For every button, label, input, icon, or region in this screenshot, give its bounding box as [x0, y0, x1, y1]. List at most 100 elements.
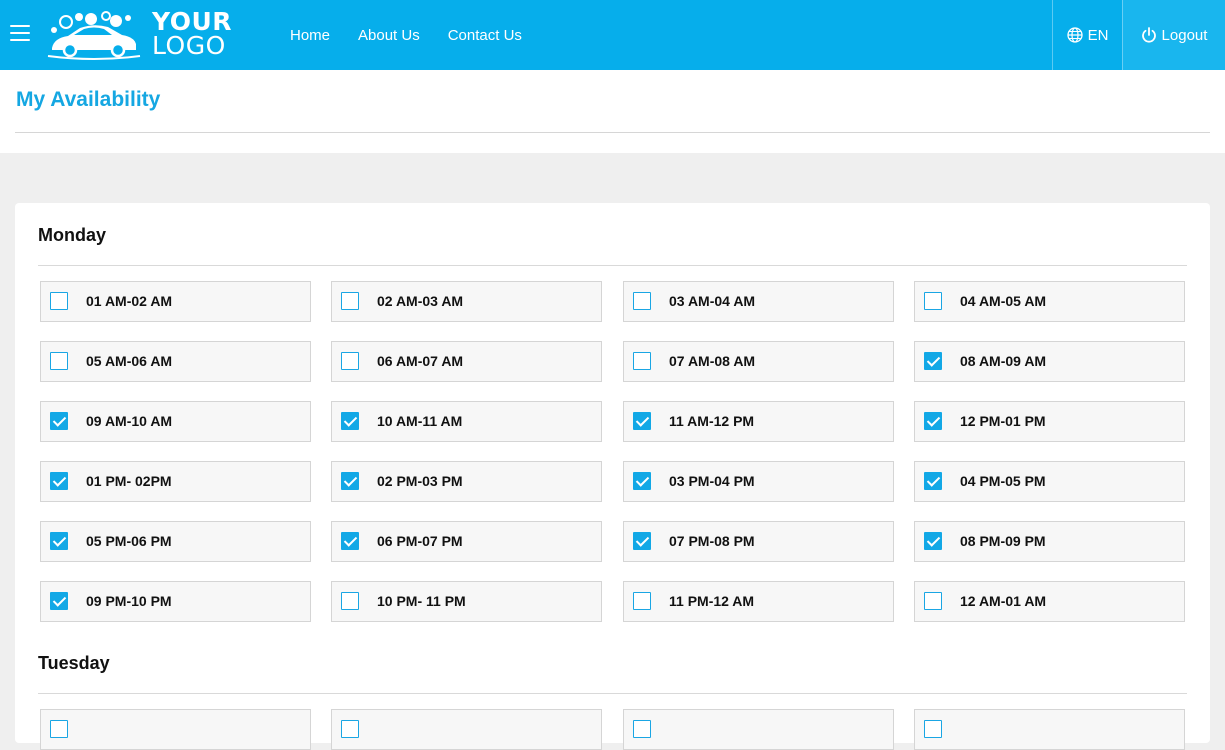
time-slot-label: 07 AM-08 AM: [669, 353, 756, 369]
day-title-tuesday: Tuesday: [38, 653, 110, 673]
checkbox-unchecked[interactable]: [341, 352, 359, 370]
time-slot[interactable]: 12 AM-01 AM: [914, 581, 1185, 622]
time-slot[interactable]: 02 PM-03 PM: [331, 461, 602, 502]
time-slot[interactable]: 04 PM-05 PM: [914, 461, 1185, 502]
time-slot[interactable]: 02 AM-03 AM: [331, 281, 602, 322]
day-divider: [38, 693, 1187, 694]
car-wash-logo-icon: [47, 11, 141, 60]
checkbox-checked[interactable]: [341, 472, 359, 490]
time-slot-label: 02 AM-03 AM: [377, 293, 464, 309]
nav-home-link[interactable]: Home: [290, 27, 330, 44]
checkbox-checked[interactable]: [924, 532, 942, 550]
time-slot[interactable]: 03 AM-04 AM: [623, 281, 894, 322]
checkbox-checked[interactable]: [924, 412, 942, 430]
time-slot-label: 06 AM-07 AM: [377, 353, 464, 369]
checkbox-unchecked[interactable]: [341, 592, 359, 610]
logo-text: YOUR LOGO: [152, 9, 242, 60]
main-nav: Home About Us Contact Us: [290, 0, 550, 70]
time-slot[interactable]: 10 AM-11 AM: [331, 401, 602, 442]
time-slot[interactable]: 03 PM-04 PM: [623, 461, 894, 502]
time-slot[interactable]: 11 PM-12 AM: [623, 581, 894, 622]
checkbox-checked[interactable]: [50, 472, 68, 490]
checkbox-unchecked[interactable]: [633, 720, 651, 738]
language-selector[interactable]: EN: [1052, 0, 1122, 70]
time-slot-label: 05 PM-06 PM: [86, 533, 172, 549]
time-slot-label: 05 AM-06 AM: [86, 353, 173, 369]
top-header: YOUR LOGO Home About Us Contact Us EN Lo…: [0, 0, 1225, 70]
checkbox-unchecked[interactable]: [924, 592, 942, 610]
nav-contact-link[interactable]: Contact Us: [448, 27, 522, 44]
checkbox-unchecked[interactable]: [633, 292, 651, 310]
checkbox-checked[interactable]: [924, 472, 942, 490]
checkbox-unchecked[interactable]: [50, 720, 68, 738]
day-title-monday: Monday: [38, 225, 107, 245]
time-slot-label: 12 PM-01 PM: [960, 413, 1046, 429]
time-slot-label: 04 PM-05 PM: [960, 473, 1046, 489]
time-slot[interactable]: [40, 709, 311, 750]
time-slot-label: 09 PM-10 PM: [86, 593, 172, 609]
time-slot-label: 11 AM-12 PM: [669, 413, 755, 429]
page-title: My Availability: [16, 88, 161, 111]
checkbox-checked[interactable]: [50, 412, 68, 430]
time-slot[interactable]: 06 AM-07 AM: [331, 341, 602, 382]
time-slot-label: 01 PM- 02PM: [86, 473, 172, 489]
time-slot-label: 01 AM-02 AM: [86, 293, 173, 309]
time-slot[interactable]: 05 AM-06 AM: [40, 341, 311, 382]
globe-icon: [1066, 27, 1083, 43]
checkbox-unchecked[interactable]: [633, 592, 651, 610]
time-slot-label: 06 PM-07 PM: [377, 533, 463, 549]
day-divider: [38, 265, 1187, 266]
nav-about-link[interactable]: About Us: [358, 27, 420, 44]
checkbox-unchecked[interactable]: [50, 292, 68, 310]
checkbox-checked[interactable]: [633, 472, 651, 490]
logout-button[interactable]: Logout: [1122, 0, 1225, 70]
availability-card: Monday 01 AM-02 AM 02 AM-03 AM 03 AM-04 AM 0…: [15, 203, 1210, 750]
time-slot-label: 07 PM-08 PM: [669, 533, 755, 549]
time-slot-label: 08 PM-09 PM: [960, 533, 1046, 549]
time-slot-label: 10 AM-11 AM: [377, 413, 463, 429]
checkbox-checked[interactable]: [50, 592, 68, 610]
checkbox-unchecked[interactable]: [341, 292, 359, 310]
time-slot[interactable]: 11 AM-12 PM: [623, 401, 894, 442]
time-slot[interactable]: 08 AM-09 AM: [914, 341, 1185, 382]
time-slot[interactable]: 12 PM-01 PM: [914, 401, 1185, 442]
time-slot[interactable]: [623, 709, 894, 750]
time-slot[interactable]: 09 PM-10 PM: [40, 581, 311, 622]
checkbox-checked[interactable]: [50, 532, 68, 550]
time-slot[interactable]: [914, 709, 1185, 750]
time-slot-label: 02 PM-03 PM: [377, 473, 463, 489]
title-band: My Availability: [0, 70, 1225, 153]
checkbox-checked[interactable]: [341, 532, 359, 550]
time-slot[interactable]: 01 AM-02 AM: [40, 281, 311, 322]
time-slot[interactable]: 10 PM- 11 PM: [331, 581, 602, 622]
checkbox-checked[interactable]: [341, 412, 359, 430]
time-slot[interactable]: 06 PM-07 PM: [331, 521, 602, 562]
time-slot[interactable]: 08 PM-09 PM: [914, 521, 1185, 562]
time-slot-label: 12 AM-01 AM: [960, 593, 1047, 609]
time-slot[interactable]: 07 PM-08 PM: [623, 521, 894, 562]
time-slot-label: 08 AM-09 AM: [960, 353, 1047, 369]
checkbox-unchecked[interactable]: [50, 352, 68, 370]
hamburger-menu-icon[interactable]: [10, 25, 30, 43]
logo[interactable]: YOUR LOGO: [46, 8, 236, 62]
time-slot[interactable]: [331, 709, 602, 750]
checkbox-checked[interactable]: [924, 352, 942, 370]
time-slot[interactable]: 05 PM-06 PM: [40, 521, 311, 562]
checkbox-unchecked[interactable]: [341, 720, 359, 738]
logo-line-2: LOGO: [152, 31, 226, 60]
time-slot-label: 03 AM-04 AM: [669, 293, 756, 309]
time-slot[interactable]: 04 AM-05 AM: [914, 281, 1185, 322]
power-icon: [1141, 27, 1156, 43]
checkbox-unchecked[interactable]: [633, 352, 651, 370]
checkbox-checked[interactable]: [633, 532, 651, 550]
time-slot-label: 09 AM-10 AM: [86, 413, 173, 429]
title-divider: [15, 132, 1210, 133]
checkbox-checked[interactable]: [633, 412, 651, 430]
language-label: EN: [1087, 26, 1109, 44]
checkbox-unchecked[interactable]: [924, 292, 942, 310]
time-slot[interactable]: 09 AM-10 AM: [40, 401, 311, 442]
time-slot[interactable]: 01 PM- 02PM: [40, 461, 311, 502]
time-slot-label: 04 AM-05 AM: [960, 293, 1047, 309]
checkbox-unchecked[interactable]: [924, 720, 942, 738]
time-slot[interactable]: 07 AM-08 AM: [623, 341, 894, 382]
